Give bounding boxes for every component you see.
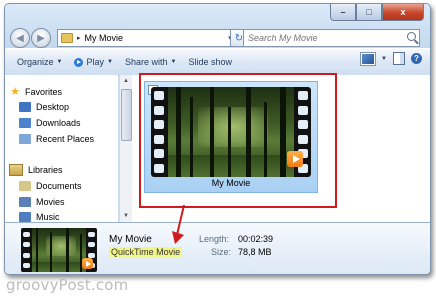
nav-music[interactable]: Music: [19, 212, 60, 222]
watermark: groovyPost.com: [6, 276, 129, 294]
documents-icon: [19, 181, 31, 191]
share-with-label: Share with: [124, 57, 168, 67]
nav-downloads[interactable]: Downloads: [19, 118, 81, 128]
details-thumbnail: [21, 228, 97, 272]
nav-desktop[interactable]: Desktop: [19, 102, 69, 112]
window-controls: – □ x: [330, 4, 424, 21]
view-dropdown-icon[interactable]: ▼: [381, 56, 387, 62]
nav-downloads-label: Downloads: [36, 118, 81, 128]
movies-icon: [19, 197, 31, 207]
search-icon[interactable]: [407, 32, 416, 41]
preview-pane-icon[interactable]: [393, 52, 405, 65]
play-icon: [74, 57, 84, 67]
details-length-label: Length:: [199, 234, 230, 244]
organize-button[interactable]: Organize ▼: [11, 52, 68, 72]
video-thumbnail: [151, 87, 311, 177]
command-bar: Organize ▼ Play ▼ Share with ▼ Slide sho…: [5, 48, 430, 76]
desktop-icon: [19, 102, 31, 112]
recent-places-icon: [19, 134, 31, 144]
details-pane: My Movie QuickTime Movie Length: 00:02:3…: [5, 222, 430, 274]
details-length-value: 00:02:39: [238, 234, 274, 244]
nav-documents[interactable]: Documents: [19, 181, 82, 191]
nav-recent-places-label: Recent Places: [36, 134, 95, 144]
help-icon[interactable]: ?: [411, 53, 422, 64]
nav-recent-places[interactable]: Recent Places: [19, 134, 94, 144]
search-box: [243, 29, 420, 47]
toolbar-right: ▼ ?: [360, 51, 422, 66]
nav-libraries[interactable]: Libraries: [9, 164, 63, 176]
slide-show-button[interactable]: Slide show: [182, 52, 238, 72]
forward-button[interactable]: ▶: [31, 28, 51, 48]
libraries-icon: [9, 164, 23, 176]
details-file-type: QuickTime Movie: [109, 247, 183, 257]
folder-icon: [61, 33, 73, 43]
maximize-button[interactable]: □: [356, 4, 382, 21]
film-strip-left: [154, 91, 164, 173]
back-button[interactable]: ◀: [10, 28, 30, 48]
nav-movies[interactable]: Movies: [19, 197, 65, 207]
breadcrumb-my-movie[interactable]: My Movie: [85, 33, 124, 43]
scroll-down-icon[interactable]: ▼: [120, 210, 132, 222]
music-icon: [19, 212, 31, 222]
nav-scrollbar[interactable]: ▲ ▼: [119, 75, 132, 222]
details-file-name: My Movie: [109, 234, 152, 245]
explorer-window: – □ x ◀ ▶ ▸ My Movie ▾ ↻ Organize ▼ Play…: [4, 3, 431, 275]
scroll-thumb[interactable]: [121, 89, 132, 141]
forest-scene: [168, 87, 294, 177]
minimize-button[interactable]: –: [330, 4, 356, 21]
title-bar: – □ x ◀ ▶ ▸ My Movie ▾ ↻: [5, 4, 430, 48]
nav-music-label: Music: [36, 212, 60, 222]
scroll-up-icon[interactable]: ▲: [120, 75, 132, 87]
chevron-down-icon: ▼: [107, 59, 113, 65]
navigation-pane: ★ Favorites Desktop Downloads Recent Pla…: [5, 75, 118, 222]
file-list: ✓: [132, 75, 430, 222]
file-tile-my-movie[interactable]: ✓: [144, 81, 318, 193]
chevron-down-icon: ▼: [56, 59, 63, 65]
play-label: Play: [86, 57, 104, 67]
details-size-value: 78,8 MB: [238, 247, 272, 257]
organize-label: Organize: [17, 57, 54, 67]
nav-favorites-label: Favorites: [25, 86, 63, 97]
nav-favorites[interactable]: ★ Favorites: [9, 85, 62, 98]
star-icon: ★: [10, 86, 20, 98]
share-with-button[interactable]: Share with ▼: [119, 52, 182, 72]
address-bar[interactable]: ▸ My Movie ▾: [57, 29, 237, 47]
chevron-down-icon: ▼: [170, 59, 177, 65]
downloads-icon: [19, 118, 31, 128]
details-size-label: Size:: [211, 247, 232, 257]
file-name-label: My Movie: [211, 178, 251, 188]
vlc-icon: [82, 258, 93, 269]
nav-desktop-label: Desktop: [36, 102, 70, 112]
change-view-icon[interactable]: [360, 51, 377, 66]
search-input[interactable]: [248, 31, 398, 45]
breadcrumb-separator: ▸: [77, 35, 81, 42]
nav-movies-label: Movies: [36, 197, 65, 207]
vlc-icon: [287, 151, 303, 167]
nav-documents-label: Documents: [36, 181, 82, 191]
play-button[interactable]: Play ▼: [68, 52, 118, 72]
close-button[interactable]: x: [382, 4, 424, 21]
nav-libraries-label: Libraries: [28, 165, 63, 175]
